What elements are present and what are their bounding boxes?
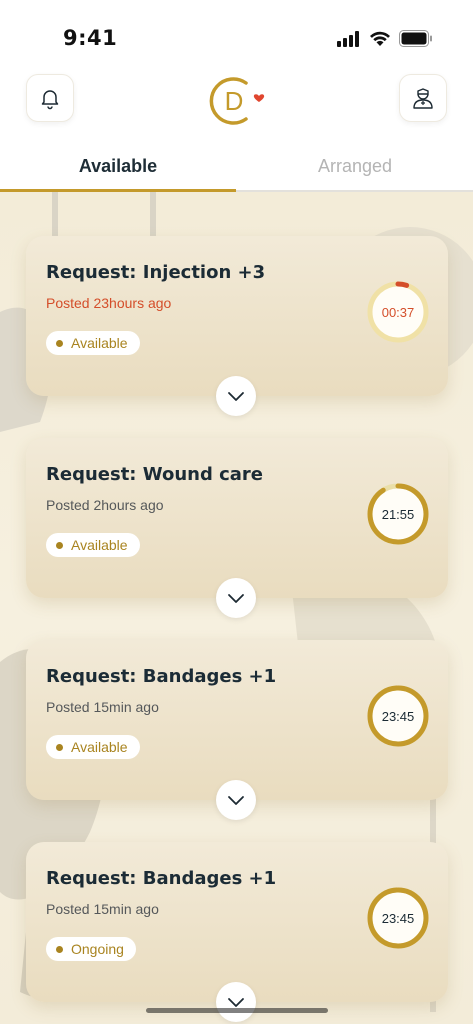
status-dot — [56, 945, 63, 953]
app-logo: D — [206, 75, 268, 127]
request-card[interactable]: Request: Injection +3 Posted 23hours ago… — [26, 236, 448, 416]
logo-letter: D — [225, 86, 244, 116]
timer-value: 21:55 — [381, 506, 415, 522]
status-time: 9:41 — [63, 26, 118, 50]
cellular-signal-icon — [337, 30, 359, 47]
tab-available[interactable]: Available — [0, 140, 236, 192]
status-dot — [56, 339, 63, 347]
status-label: Ongoing — [71, 941, 124, 957]
status-dot — [56, 541, 63, 549]
status-badge: Available — [46, 331, 140, 355]
tab-bar: Available Arranged — [0, 140, 473, 192]
chevron-down-icon — [228, 594, 244, 603]
status-badge: Available — [46, 533, 140, 557]
tab-active-indicator — [0, 189, 236, 192]
request-card[interactable]: Request: Bandages +1 Posted 15min ago On… — [26, 842, 448, 1022]
status-label: Available — [71, 335, 128, 351]
tab-arranged[interactable]: Arranged — [237, 140, 473, 192]
app-screen: 9:41 D Available Arranged Request: Injec… — [0, 0, 473, 1024]
chevron-down-icon — [228, 796, 244, 805]
status-badge: Available — [46, 735, 140, 759]
request-card[interactable]: Request: Wound care Posted 2hours ago Av… — [26, 438, 448, 618]
notifications-button[interactable] — [26, 74, 74, 122]
wifi-icon — [370, 31, 390, 46]
status-dot — [56, 743, 63, 751]
request-title: Request: Bandages +1 — [46, 666, 277, 687]
status-label: Available — [71, 739, 128, 755]
request-title: Request: Bandages +1 — [46, 868, 277, 889]
request-card[interactable]: Request: Bandages +1 Posted 15min ago Av… — [26, 640, 448, 820]
request-posted-time: Posted 15min ago — [46, 901, 159, 917]
status-icons — [337, 30, 433, 47]
request-posted-time: Posted 15min ago — [46, 699, 159, 715]
home-indicator[interactable] — [146, 1008, 328, 1013]
status-badge: Ongoing — [46, 937, 136, 961]
timer-value: 23:45 — [381, 910, 415, 926]
countdown-timer: 21:55 — [366, 482, 430, 546]
timer-value: 00:37 — [381, 304, 415, 320]
status-label: Available — [71, 537, 128, 553]
request-title: Request: Injection +3 — [46, 262, 266, 283]
expand-button[interactable] — [216, 780, 256, 820]
timer-value: 23:45 — [381, 708, 415, 724]
countdown-timer: 23:45 — [366, 684, 430, 748]
nurse-profile-icon — [413, 88, 433, 109]
expand-button[interactable] — [216, 376, 256, 416]
expand-button[interactable] — [216, 982, 256, 1022]
status-bar: 9:41 — [0, 0, 473, 60]
profile-button[interactable] — [399, 74, 447, 122]
battery-icon — [399, 30, 432, 47]
request-posted-time: Posted 2hours ago — [46, 497, 164, 513]
request-posted-time: Posted 23hours ago — [46, 295, 172, 311]
request-title: Request: Wound care — [46, 464, 264, 485]
bell-icon — [41, 90, 59, 110]
chevron-down-icon — [228, 392, 244, 401]
chevron-down-icon — [228, 998, 244, 1007]
heart-icon — [253, 94, 265, 102]
expand-button[interactable] — [216, 578, 256, 618]
countdown-timer: 00:37 — [366, 280, 430, 344]
countdown-timer: 23:45 — [366, 886, 430, 950]
